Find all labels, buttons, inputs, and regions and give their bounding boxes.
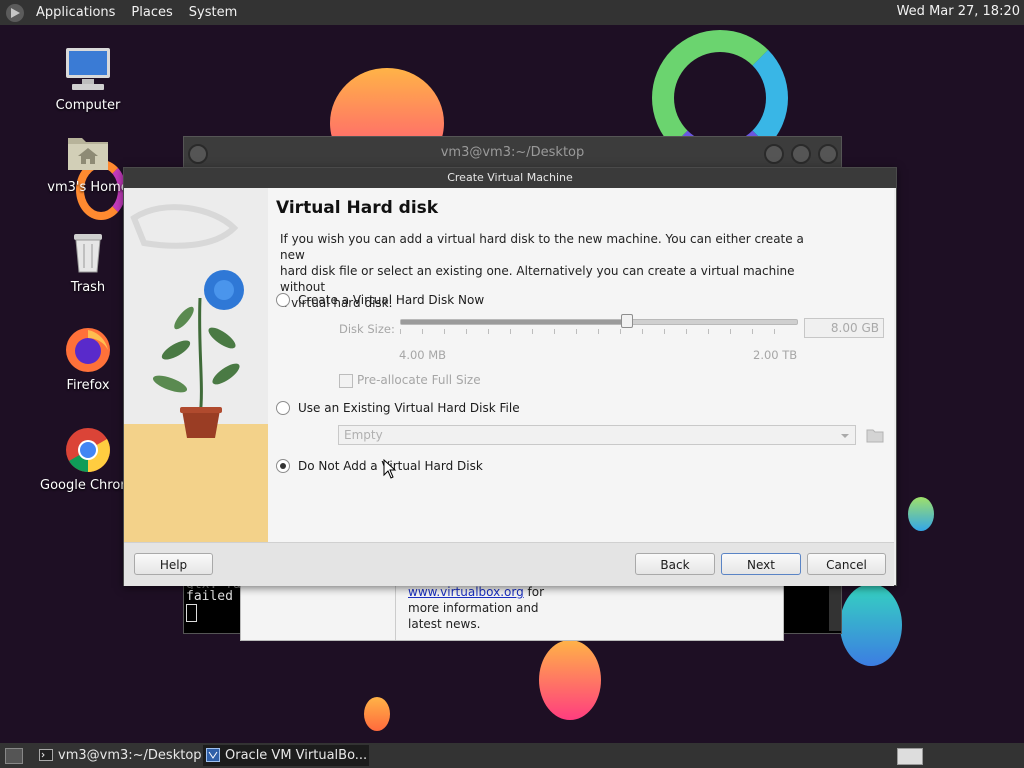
chevron-down-icon [841,434,849,438]
radio-create-disk-now-label: Create a Virtual Hard Disk Now [298,293,485,307]
radio-use-existing-disk-label: Use an Existing Virtual Hard Disk File [298,401,520,415]
disk-size-slider[interactable] [400,319,798,325]
disk-size-field[interactable]: 8.00 GB [804,318,884,338]
next-button[interactable]: Next [721,553,801,575]
top-panel: Applications Places System Wed Mar 27, 1… [0,0,1024,25]
menu-places[interactable]: Places [123,5,180,20]
disk-size-slider-ticks [400,329,796,334]
radio-use-existing-disk[interactable]: Use an Existing Virtual Hard Disk File [276,401,520,415]
close-icon[interactable] [818,144,838,164]
workspace-switcher-icon[interactable] [897,748,923,765]
mouse-cursor-icon [383,459,397,479]
wallpaper-small-orange-blob [364,697,390,731]
terminal-titlebar[interactable]: vm3@vm3:~/Desktop [184,137,841,169]
home-folder-icon [64,128,112,176]
wallpaper-teal-blob [840,584,902,666]
back-button[interactable]: Back [635,553,715,575]
dialog-titlebar[interactable]: Create Virtual Machine [124,168,896,188]
create-vm-dialog: Create Virtual Machine Virtual Hard disk… [123,167,897,586]
disk-size-slider-fill [401,320,627,324]
desktop-icon-computer[interactable]: Computer [38,46,138,113]
bottom-taskbar: vm3@vm3:~/Desktop Oracle VM VirtualBo... [0,743,1024,768]
radio-create-disk-now[interactable]: Create a Virtual Hard Disk Now [276,293,484,307]
show-desktop-icon[interactable] [5,748,23,764]
radio-no-disk-indicator[interactable] [276,459,290,473]
trash-icon [64,228,112,276]
virtualbox-icon [206,748,220,762]
virtualbox-welcome-panel: www.virtualbox.org for more information … [240,584,784,641]
chrome-icon [64,426,112,474]
firefox-icon [64,326,112,374]
menu-system[interactable]: System [181,5,245,20]
radio-create-disk-now-indicator[interactable] [276,293,290,307]
page-title: Virtual Hard disk [276,198,439,218]
wizard-page: Virtual Hard disk If you wish you can ad… [268,188,894,542]
radio-no-disk[interactable]: Do Not Add a Virtual Hard Disk [276,459,483,473]
radio-use-existing-disk-indicator[interactable] [276,401,290,415]
maximize-icon[interactable] [791,144,811,164]
cancel-button[interactable]: Cancel [807,553,886,575]
system-logo-icon[interactable] [6,3,24,22]
task-virtualbox[interactable]: Oracle VM VirtualBo... [203,745,369,766]
flower-pot-illustration [130,204,244,438]
dialog-button-bar: Help Back Next Cancel [124,542,894,586]
help-button[interactable]: Help [134,553,213,575]
disk-size-max-label: 2.00 TB [753,348,798,362]
computer-icon [64,46,112,94]
preallocate-checkbox[interactable] [339,374,353,388]
preallocate-label: Pre-allocate Full Size [357,373,481,387]
terminal-line: failed [186,589,233,604]
welcome-text: www.virtualbox.org for more information … [408,585,545,631]
wizard-illustration [124,188,268,542]
virtualbox-link[interactable]: www.virtualbox.org [408,585,524,599]
minimize-icon[interactable] [764,144,784,164]
terminal-icon [39,749,53,761]
disk-size-min-label: 4.00 MB [399,348,447,362]
disk-size-label: Disk Size: [339,322,395,336]
wallpaper-pink-blob [539,640,601,720]
existing-disk-select[interactable]: Empty [338,425,856,445]
window-menu-icon[interactable] [188,144,208,164]
clock[interactable]: Wed Mar 27, 18:20 [897,4,1020,19]
disk-size-slider-handle[interactable] [620,314,633,328]
menu-applications[interactable]: Applications [28,5,123,20]
wallpaper-green-blob [908,497,934,531]
terminal-cursor [186,604,197,622]
task-terminal[interactable]: vm3@vm3:~/Desktop [36,745,202,766]
panel-divider [395,584,396,640]
choose-disk-folder-icon[interactable] [866,427,884,443]
